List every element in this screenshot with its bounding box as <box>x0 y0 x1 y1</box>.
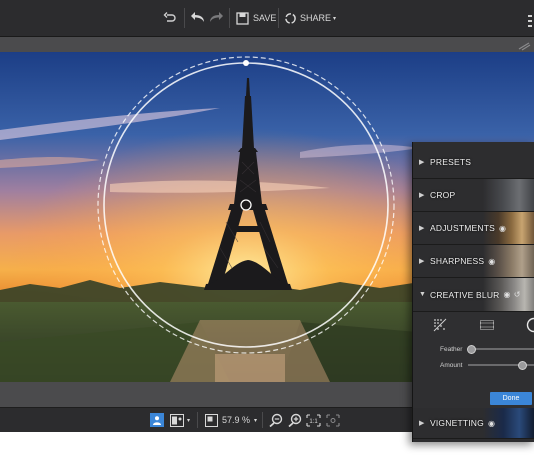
chevron-down-icon: ▾ <box>187 417 191 424</box>
feather-track[interactable] <box>468 348 534 350</box>
linear-blur-icon[interactable] <box>480 318 494 337</box>
radial-blur-icon[interactable] <box>525 316 534 339</box>
amount-label: Amount <box>440 361 463 369</box>
panel-item-crop[interactable]: ▶ CROP <box>413 179 534 212</box>
amount-slider[interactable]: Amount <box>413 358 534 372</box>
forward-arrow-icon[interactable] <box>208 9 224 27</box>
compare-icon <box>170 413 184 427</box>
reset-icon[interactable]: ↺ <box>514 290 521 299</box>
chevron-down-icon: ▾ <box>254 417 258 424</box>
share-icon <box>285 12 296 24</box>
top-toolbar: SAVE SHARE ▾ <box>0 0 534 37</box>
crop-thumbnail <box>483 179 534 211</box>
fit-window-icon <box>326 413 340 427</box>
panel-item-label: SHARPNESS <box>430 256 485 266</box>
person-icon <box>150 413 164 427</box>
feather-knob[interactable] <box>467 344 477 354</box>
toolbar-divider <box>278 8 279 28</box>
zoom-value: 57.9 % <box>222 415 251 425</box>
eye-icon[interactable]: ◉ <box>488 419 495 428</box>
panel-item-label: ADJUSTMENTS <box>430 223 496 233</box>
single-view-button[interactable] <box>150 412 164 428</box>
adjustments-panel: ▶ PRESETS ▶ CROP ▶ ADJUSTMENTS ◉ ▶ SHARP… <box>412 142 534 442</box>
chevron-right-icon: ▶ <box>419 159 425 166</box>
panel-item-label: CREATIVE BLUR <box>430 289 500 300</box>
toolbar-divider <box>262 412 263 428</box>
actual-size-button[interactable]: 1:1 <box>306 412 321 428</box>
more-menu-icon[interactable] <box>528 14 532 27</box>
save-button[interactable]: SAVE <box>236 9 276 27</box>
eye-icon[interactable]: ◉ <box>499 224 506 233</box>
chevron-right-icon: ▶ <box>419 258 425 265</box>
fit-screen-icon <box>205 413 218 427</box>
panel-item-presets[interactable]: ▶ PRESETS <box>413 146 534 179</box>
zoom-out-icon <box>269 413 283 427</box>
save-label: SAVE <box>253 13 277 23</box>
svg-text:1:1: 1:1 <box>309 419 318 425</box>
panel-item-sharpness[interactable]: ▶ SHARPNESS ◉ <box>413 245 534 278</box>
panel-item-vignetting[interactable]: ▶ VIGNETTING ◉ <box>413 408 534 439</box>
creative-blur-settings: Feather Amount Done <box>413 312 534 408</box>
compare-view-button[interactable]: ▾ <box>170 412 190 428</box>
chevron-down-icon: ▾ <box>333 15 337 22</box>
panel-item-creative-blur[interactable]: ▼ CREATIVE BLUR ◉ ↺ <box>413 278 534 312</box>
chevron-right-icon: ▶ <box>419 192 425 199</box>
feather-label: Feather <box>440 345 463 353</box>
toolbar-divider <box>229 8 230 28</box>
back-arrow-icon[interactable] <box>190 9 206 27</box>
panel-item-label: PRESETS <box>430 157 472 167</box>
zoom-in-icon <box>288 413 302 427</box>
eye-icon[interactable]: ◉ <box>504 290 511 299</box>
amount-knob[interactable] <box>517 360 527 370</box>
save-icon <box>236 11 249 25</box>
done-button[interactable]: Done <box>490 392 532 405</box>
panel-item-adjustments[interactable]: ▶ ADJUSTMENTS ◉ <box>413 212 534 245</box>
undo-history-icon[interactable] <box>163 9 177 27</box>
zoom-in-button[interactable] <box>288 412 302 428</box>
toolbar-divider <box>197 412 198 428</box>
panel-item-label: CROP <box>430 190 456 200</box>
toolbar-divider <box>184 8 185 28</box>
fit-to-window-button[interactable] <box>326 412 340 428</box>
panel-item-label: VIGNETTING <box>430 418 484 428</box>
no-blur-icon[interactable] <box>433 318 447 337</box>
chevron-right-icon: ▶ <box>419 420 425 427</box>
actual-size-icon: 1:1 <box>306 413 321 427</box>
share-label: SHARE <box>300 13 332 23</box>
eye-icon[interactable]: ◉ <box>488 257 495 266</box>
feather-slider[interactable]: Feather <box>413 342 534 356</box>
chevron-down-icon: ▼ <box>419 291 427 298</box>
zoom-out-button[interactable] <box>269 412 283 428</box>
chevron-right-icon: ▶ <box>419 225 425 232</box>
photo-editor-app: SAVE SHARE ▾ ▾ 57.9 % ▾ 1:1 ▶ PRESETS ▶ … <box>0 0 534 462</box>
collapse-icon[interactable] <box>517 41 531 51</box>
zoom-select[interactable]: 57.9 % ▾ <box>205 412 257 428</box>
share-button[interactable]: SHARE ▾ <box>284 9 336 27</box>
blur-mode-tabs <box>413 312 534 340</box>
